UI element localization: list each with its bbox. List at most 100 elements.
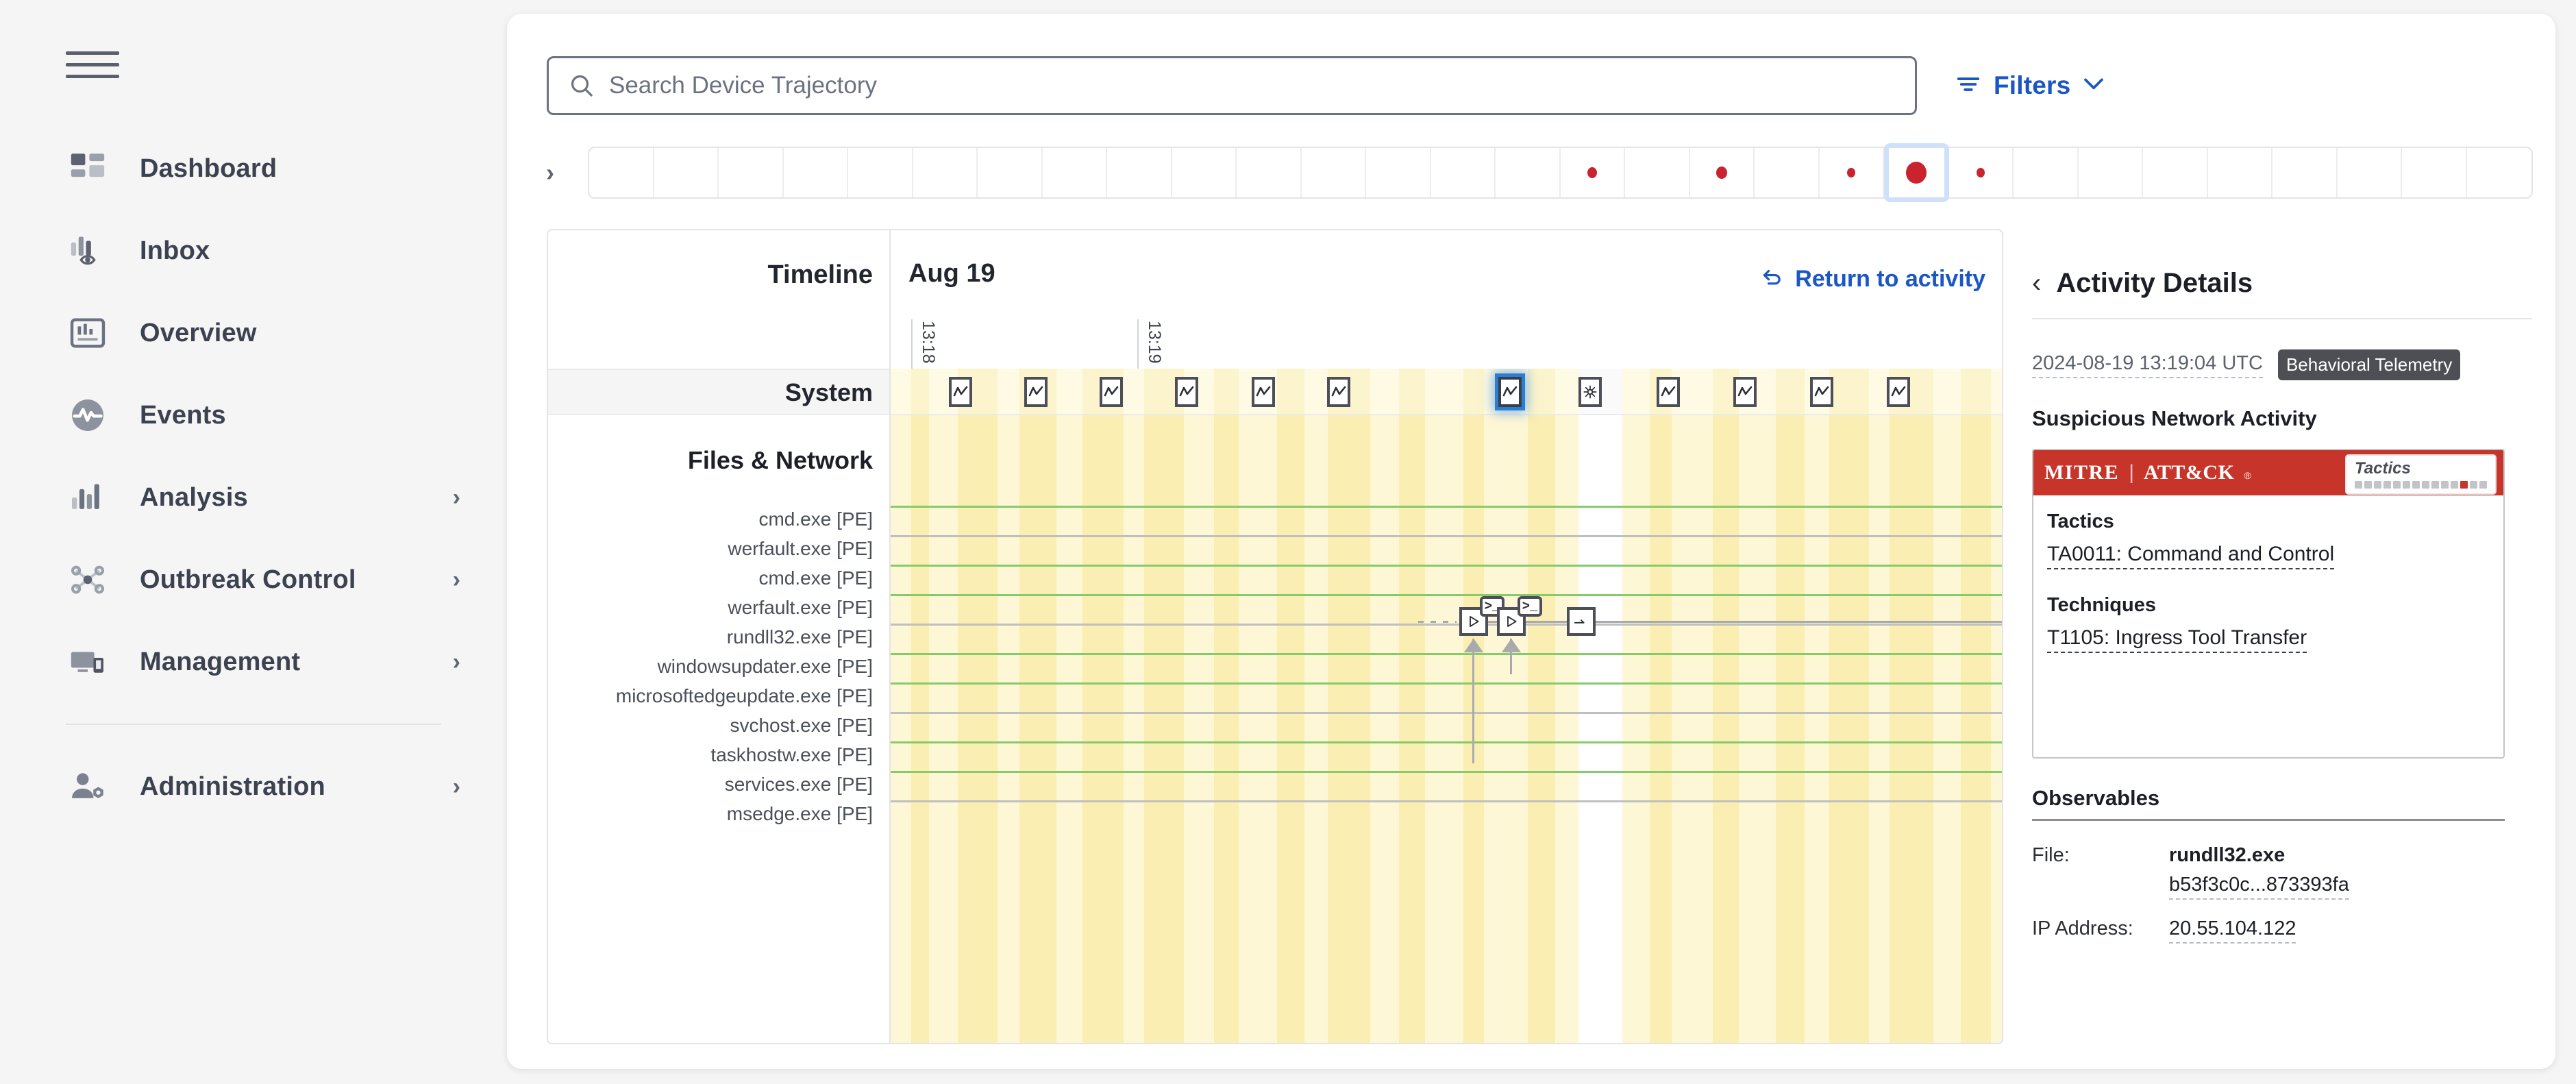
timeline-strip-cell[interactable] <box>654 148 719 197</box>
time-band <box>1328 369 1370 1043</box>
telemetry-chart-icon[interactable] <box>949 377 972 407</box>
chevron-left-icon[interactable]: ‹ <box>2032 269 2041 297</box>
timeline-strip-cell[interactable] <box>913 148 978 197</box>
timeline-strip-cell[interactable] <box>1755 148 1820 197</box>
timeline-strip-cell[interactable] <box>2208 148 2272 197</box>
timeline-strip-cell[interactable] <box>1949 148 2014 197</box>
system-row-label: System <box>784 378 873 406</box>
time-band <box>998 369 1019 1043</box>
techniques-value[interactable]: T1105: Ingress Tool Transfer <box>2047 626 2307 653</box>
process-label[interactable]: msedge.exe [PE] <box>551 799 873 828</box>
telemetry-chart-icon[interactable] <box>1733 377 1757 407</box>
timeline-strip-cell[interactable] <box>978 148 1043 197</box>
telemetry-chart-icon[interactable] <box>1327 377 1350 407</box>
observable-ip-address[interactable]: 20.55.104.122 <box>2169 917 2296 944</box>
timeline-strip-cell[interactable] <box>1302 148 1366 197</box>
time-band <box>1869 369 1890 1043</box>
process-label[interactable]: microsoftedgeupdate.exe [PE] <box>551 681 873 711</box>
time-band <box>1739 369 1776 1043</box>
trajectory-labels: Timeline System Files & Network cmd.exe … <box>548 230 891 1043</box>
event-connector-dotted <box>1418 621 1457 623</box>
process-label[interactable]: svchost.exe [PE] <box>551 711 873 740</box>
timeline-strip-cell[interactable] <box>589 148 654 197</box>
sidebar-item-events[interactable]: Events <box>0 374 507 456</box>
mitre-attack-banner: MITRE | ATT&CK ® Tactics <box>2033 450 2503 495</box>
telemetry-badge: Behavioral Telemetry <box>2277 349 2461 380</box>
detection-burst-icon[interactable] <box>1578 377 1602 407</box>
sidebar-item-administration[interactable]: Administration › <box>0 746 507 828</box>
tactics-value[interactable]: TA0011: Command and Control <box>2047 543 2335 569</box>
timeline-strip-cell[interactable] <box>2272 148 2338 197</box>
sidebar-item-outbreak-control[interactable]: Outbreak Control › <box>0 539 507 621</box>
time-band <box>1370 369 1399 1043</box>
mitre-logo-separator: | <box>2129 461 2134 484</box>
time-band <box>1713 369 1739 1043</box>
timeline-strip-cell[interactable] <box>1366 148 1431 197</box>
process-label[interactable]: services.exe [PE] <box>551 769 873 799</box>
timeline-strip-cell[interactable] <box>1107 148 1172 197</box>
mitre-attack-card: MITRE | ATT&CK ® Tactics Tactics TA0011:… <box>2032 449 2505 759</box>
timeline-strip-cell[interactable] <box>1820 148 1884 197</box>
sidebar-item-analysis[interactable]: Analysis › <box>0 456 507 539</box>
sidebar-item-label: Outbreak Control <box>140 565 356 594</box>
hamburger-icon[interactable] <box>66 45 119 84</box>
timeline-strip-cell[interactable] <box>2014 148 2079 197</box>
timeline-strip-cell[interactable] <box>2338 148 2402 197</box>
timeline-strip-cell[interactable] <box>2079 148 2143 197</box>
timeline-strip-cell[interactable] <box>719 148 784 197</box>
timeline-strip-cell-selected[interactable] <box>1884 143 1949 202</box>
timeline-strip-cell[interactable] <box>848 148 913 197</box>
tactic-step-dot <box>2355 481 2362 489</box>
event-box <box>1567 607 1596 636</box>
process-execute-icon[interactable]: >_ <box>1497 596 1542 636</box>
telemetry-chart-icon[interactable] <box>1887 377 1910 407</box>
timeline-strip-cell[interactable] <box>1431 148 1496 197</box>
process-label[interactable]: cmd.exe [PE] <box>551 504 873 534</box>
timeline-strip-cell[interactable] <box>1561 148 1625 197</box>
telemetry-chart-icon[interactable] <box>1657 377 1680 407</box>
network-flow-icon[interactable] <box>1567 607 1596 636</box>
time-band <box>958 369 998 1043</box>
timeline-strip-cell[interactable] <box>1172 148 1237 197</box>
observable-file-hash[interactable]: b53f3c0c...873393fa <box>2169 874 2349 900</box>
chevron-right-icon[interactable]: › <box>526 158 574 187</box>
telemetry-chart-icon[interactable] <box>1498 377 1522 407</box>
timeline-strip-cell[interactable] <box>1237 148 1302 197</box>
process-label[interactable]: werfault.exe [PE] <box>551 534 873 563</box>
timeline-strip-cell[interactable] <box>2143 148 2208 197</box>
return-to-activity-button[interactable]: Return to activity <box>1761 266 1985 293</box>
timeline-strip-cell[interactable] <box>1690 148 1755 197</box>
timeline-strip-cell[interactable] <box>2402 148 2467 197</box>
sidebar-divider <box>66 724 441 725</box>
activity-timestamp[interactable]: 2024-08-19 13:19:04 UTC <box>2032 352 2263 378</box>
event-arrow-icon <box>1502 639 1521 652</box>
timeline-strip-cell[interactable] <box>1496 148 1561 197</box>
sidebar-item-overview[interactable]: Overview <box>0 292 507 374</box>
outbreak-network-icon <box>66 558 110 602</box>
search-input[interactable]: Search Device Trajectory <box>547 56 1917 115</box>
sidebar-item-inbox[interactable]: Inbox <box>0 210 507 292</box>
telemetry-chart-icon[interactable] <box>1024 377 1048 407</box>
process-label[interactable]: windowsupdater.exe [PE] <box>551 652 873 681</box>
telemetry-chart-icon[interactable] <box>1100 377 1123 407</box>
sidebar-item-management[interactable]: Management › <box>0 621 507 703</box>
sidebar-item-dashboard[interactable]: Dashboard <box>0 127 507 210</box>
telemetry-chart-icon[interactable] <box>1252 377 1275 407</box>
timeline-strip-cell[interactable] <box>784 148 848 197</box>
activity-details-header: ‹ Activity Details <box>2032 229 2532 318</box>
filters-button[interactable]: Filters <box>1955 71 2105 101</box>
timeline-strip-cell[interactable] <box>2467 148 2532 197</box>
timeline-strip-cell[interactable] <box>1043 148 1107 197</box>
timeline-strip[interactable] <box>588 143 2533 202</box>
process-label[interactable]: taskhostw.exe [PE] <box>551 740 873 769</box>
process-label[interactable]: cmd.exe [PE] <box>551 563 873 593</box>
process-label[interactable]: werfault.exe [PE] <box>551 593 873 622</box>
overview-report-icon <box>66 311 110 355</box>
time-band <box>1961 369 1991 1043</box>
timeline-strip-cell[interactable] <box>1625 148 1690 197</box>
telemetry-chart-icon[interactable] <box>1175 377 1198 407</box>
process-label[interactable]: rundll32.exe [PE] <box>551 622 873 652</box>
telemetry-chart-icon[interactable] <box>1810 377 1833 407</box>
chevron-down-icon <box>2083 74 2105 97</box>
process-execute-icon[interactable]: >_ <box>1459 596 1504 636</box>
